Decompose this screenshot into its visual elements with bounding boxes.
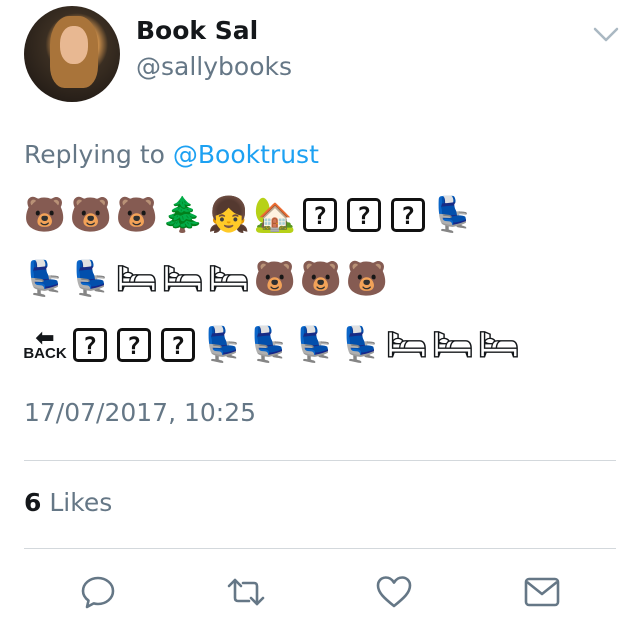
tweet-text-line-3: ⬅ BACK ? ? ? 💺 💺 💺 💺 🛏 🛏 🛏 <box>22 322 522 368</box>
likes-stat[interactable]: 6 Likes <box>24 488 112 517</box>
bed-emoji: 🛏 <box>477 325 521 365</box>
bear-emoji: 🐻 <box>115 195 159 235</box>
bed-emoji: 🛏 <box>385 325 429 365</box>
reply-button[interactable] <box>78 572 118 612</box>
unknown-glyph-box: ? <box>391 198 425 232</box>
girl-emoji: 👧 <box>207 195 251 235</box>
back-label: BACK <box>23 345 67 362</box>
unknown-glyph-box: ? <box>117 328 151 362</box>
bear-emoji: 🐻 <box>253 259 297 299</box>
seat-emoji: 💺 <box>23 259 67 299</box>
chevron-down-icon[interactable] <box>592 26 620 44</box>
unknown-glyph-box: ? <box>73 328 107 362</box>
avatar[interactable] <box>24 6 120 102</box>
seat-emoji: 💺 <box>293 325 337 365</box>
seat-emoji: 💺 <box>69 259 113 299</box>
display-name[interactable]: Book Sal <box>136 16 258 45</box>
bed-emoji: 🛏 <box>207 259 251 299</box>
seat-emoji: 💺 <box>431 195 475 235</box>
tweet-timestamp[interactable]: 17/07/2017, 10:25 <box>24 398 256 427</box>
bear-emoji: 🐻 <box>345 259 389 299</box>
heart-icon <box>376 576 412 608</box>
avatar-face <box>60 26 88 64</box>
likes-count: 6 <box>24 488 42 517</box>
seat-emoji: 💺 <box>339 325 383 365</box>
likes-label: Likes <box>49 488 113 517</box>
bed-emoji: 🛏 <box>115 259 159 299</box>
envelope-icon <box>524 577 560 607</box>
replying-to: Replying to @Booktrust <box>24 140 319 169</box>
house-with-garden-emoji: 🏡 <box>253 195 297 235</box>
tweet-text-line-1: 🐻 🐻 🐻 🌲 👧 🏡 ? ? ? 💺 <box>22 192 476 238</box>
back-arrow-emoji: ⬅ BACK <box>22 327 68 362</box>
user-handle[interactable]: @sallybooks <box>136 52 292 81</box>
like-button[interactable] <box>374 572 414 612</box>
replying-prefix: Replying to <box>24 140 165 169</box>
bear-emoji: 🐻 <box>69 195 113 235</box>
divider <box>24 460 616 461</box>
bed-emoji: 🛏 <box>431 325 475 365</box>
retweet-icon <box>227 578 265 606</box>
reply-icon <box>81 576 115 609</box>
bear-emoji: 🐻 <box>23 195 67 235</box>
retweet-button[interactable] <box>226 572 266 612</box>
direct-message-button[interactable] <box>522 572 562 612</box>
unknown-glyph-box: ? <box>347 198 381 232</box>
unknown-glyph-box: ? <box>161 328 195 362</box>
evergreen-tree-emoji: 🌲 <box>161 195 205 235</box>
replying-mention-link[interactable]: @Booktrust <box>173 140 319 169</box>
unknown-glyph-box: ? <box>303 198 337 232</box>
divider <box>24 548 616 549</box>
seat-emoji: 💺 <box>201 325 245 365</box>
bear-emoji: 🐻 <box>299 259 343 299</box>
seat-emoji: 💺 <box>247 325 291 365</box>
tweet-text-line-2: 💺 💺 🛏 🛏 🛏 🐻 🐻 🐻 <box>22 256 390 302</box>
bed-emoji: 🛏 <box>161 259 205 299</box>
